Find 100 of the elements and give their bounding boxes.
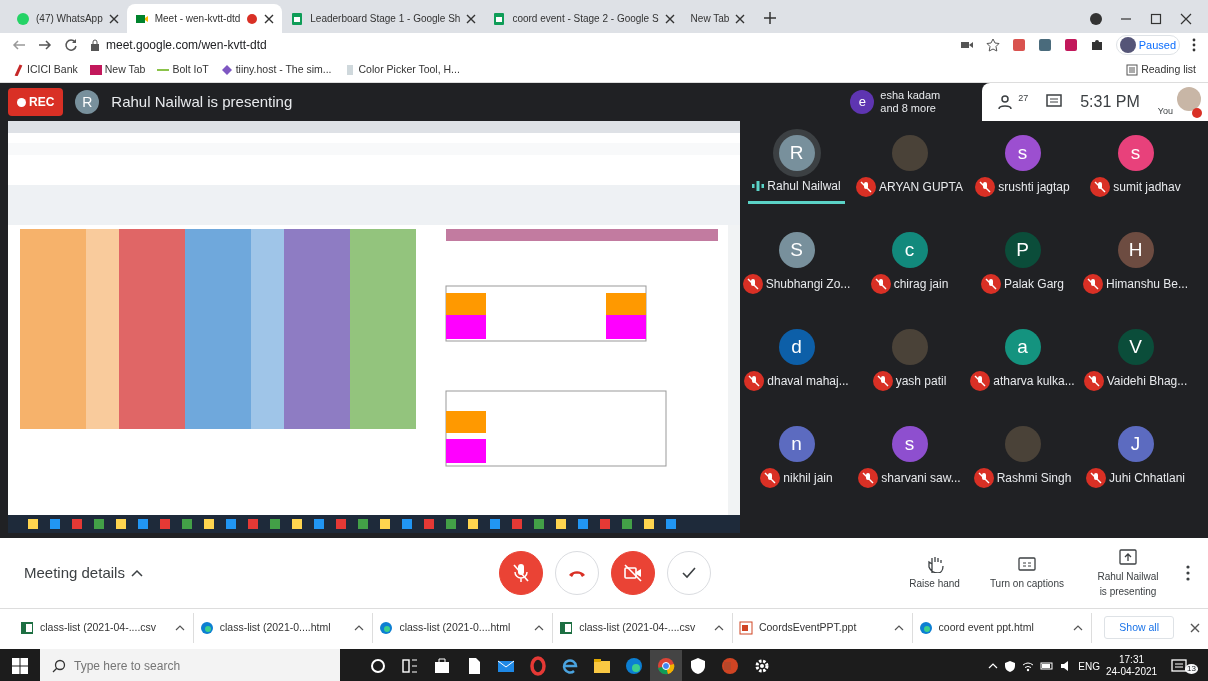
photo-placeholder <box>1004 426 1041 462</box>
tab-title: coord event - Stage 2 - Google S <box>512 12 659 26</box>
hand-button[interactable]: Raise hand <box>903 554 966 592</box>
maximize-icon[interactable] <box>1150 13 1162 25</box>
list-icon <box>1126 63 1139 76</box>
download-item[interactable]: coord event ppt.html <box>912 612 1093 643</box>
profile-icon[interactable] <box>1090 13 1102 25</box>
address-field[interactable]: meet.google.com/wen-kvtt-dtd <box>106 36 267 54</box>
hand-icon <box>925 555 944 573</box>
check-button[interactable] <box>667 551 711 595</box>
new-tab-icon[interactable] <box>763 11 778 25</box>
avatar: e <box>850 90 875 114</box>
sheet-icon <box>290 11 305 26</box>
folder-icon[interactable] <box>592 656 612 676</box>
bookmark-link[interactable]: ICICI Bank <box>12 61 78 78</box>
close-icon[interactable] <box>466 13 477 24</box>
close-icon[interactable] <box>735 13 746 24</box>
reload-icon[interactable] <box>64 38 78 52</box>
rec-badge: REC <box>8 88 64 116</box>
chevron-icon <box>534 624 545 631</box>
close-icon[interactable] <box>1180 13 1192 25</box>
browser-tab[interactable]: Meet - wen-kvtt-dtd <box>126 4 283 33</box>
star-icon[interactable] <box>985 38 1000 52</box>
participant-name: yash patil <box>895 373 947 390</box>
browser-tab[interactable]: (47) WhatsApp <box>8 4 127 33</box>
close-icon[interactable] <box>264 13 275 24</box>
hangup-button[interactable] <box>555 551 599 595</box>
opera-icon[interactable] <box>528 656 548 676</box>
meeting-time: 5:31 PM <box>1080 92 1140 112</box>
show-all-button[interactable]: Show all <box>1104 615 1174 640</box>
tab-title: Leaderboard Stage 1 - Google Sh <box>310 12 461 26</box>
wifi-icon[interactable] <box>1022 660 1035 672</box>
participant-name: srushti jagtap <box>998 179 1070 196</box>
close-icon[interactable] <box>108 13 119 24</box>
reading-list-button[interactable]: Reading list <box>1126 61 1196 78</box>
chevron-icon <box>130 569 143 577</box>
hang-up-icon <box>569 568 585 578</box>
avatar: J <box>1117 426 1154 462</box>
security-icon[interactable] <box>1004 660 1017 672</box>
photo-placeholder <box>891 135 928 171</box>
participant-name: nikhil jain <box>783 470 833 487</box>
download-item[interactable]: class-list (2021-0....html <box>193 612 374 643</box>
lock-icon <box>90 39 100 51</box>
mic-off-icon <box>511 563 531 583</box>
edge-icon[interactable] <box>624 656 644 676</box>
avatar: R <box>75 90 100 114</box>
close-icon[interactable] <box>664 13 675 24</box>
excel-file-icon <box>559 620 574 635</box>
presenting-title: Rahul Nailwal is presenting <box>111 91 293 112</box>
avatar: P <box>1004 232 1041 268</box>
camera-button[interactable] <box>611 551 655 595</box>
powerpoint-icon[interactable] <box>720 656 740 676</box>
extension-icon[interactable] <box>1063 38 1078 52</box>
bookmark-link[interactable]: tiiny.host - The sim... <box>220 61 332 78</box>
download-item[interactable]: class-list (2021-04-....csv <box>553 612 733 643</box>
language-indicator[interactable]: ENG <box>1078 658 1100 674</box>
forward-icon[interactable] <box>38 38 52 52</box>
clock[interactable]: 17:31 24-04-2021 <box>1105 654 1158 678</box>
browser-tab[interactable]: Leaderboard Stage 1 - Google Sh <box>282 4 485 33</box>
battery-icon[interactable] <box>1040 661 1055 671</box>
tab-title: Meet - wen-kvtt-dtd <box>154 12 241 26</box>
tab-title: New Tab <box>690 12 730 26</box>
browser-tab[interactable]: coord event - Stage 2 - Google S <box>484 4 683 33</box>
participant-name: esha kadam <box>880 89 941 102</box>
more-icon[interactable] <box>1186 565 1190 581</box>
chevron-icon <box>174 624 185 631</box>
download-item[interactable]: class-list (2021-04-....csv <box>14 612 194 643</box>
bookmark-link[interactable]: Color Picker Tool, H... <box>343 61 460 78</box>
captions-button[interactable]: Turn on captions <box>983 554 1070 592</box>
browser-tab[interactable]: New Tab <box>682 4 754 33</box>
avatar: V <box>1117 329 1154 365</box>
chevron-icon[interactable] <box>988 663 999 669</box>
bookmark-link[interactable]: Bolt IoT <box>157 61 209 78</box>
meeting-details-button[interactable]: Meeting details <box>24 561 499 585</box>
extension-icon[interactable] <box>1037 38 1052 52</box>
download-item[interactable]: class-list (2021-0....html <box>373 612 554 643</box>
mic-button[interactable] <box>499 551 543 595</box>
notification-icon[interactable] <box>1171 658 1188 674</box>
shield-icon[interactable] <box>688 656 708 676</box>
menu-icon[interactable] <box>1192 38 1196 52</box>
people-button[interactable]: 27 <box>998 94 1029 110</box>
download-item[interactable]: CoordsEventPPT.ppt <box>732 612 913 643</box>
participant-name: Rahul Nailwal <box>767 178 841 195</box>
search-field[interactable]: Type here to search <box>40 649 340 681</box>
bookmark-icon <box>12 63 24 76</box>
ie-icon[interactable] <box>560 656 580 676</box>
back-icon[interactable] <box>12 38 26 52</box>
captions-icon <box>1017 555 1036 573</box>
bookmark-link[interactable]: New Tab <box>89 61 146 78</box>
avatar-icon <box>1119 37 1136 53</box>
edge-file-icon <box>199 620 214 635</box>
notification-count: 13 <box>1185 664 1198 674</box>
self-label: You <box>1157 104 1173 118</box>
close-icon[interactable] <box>1190 622 1200 633</box>
participant-name: chirag jain <box>893 276 949 293</box>
present-button[interactable]: Rahul Nailwal is presenting <box>1088 546 1168 600</box>
extension-icon[interactable] <box>1011 38 1026 52</box>
chat-icon[interactable] <box>1046 94 1063 110</box>
task-view-icon[interactable] <box>400 656 420 676</box>
store-icon[interactable] <box>432 656 452 676</box>
